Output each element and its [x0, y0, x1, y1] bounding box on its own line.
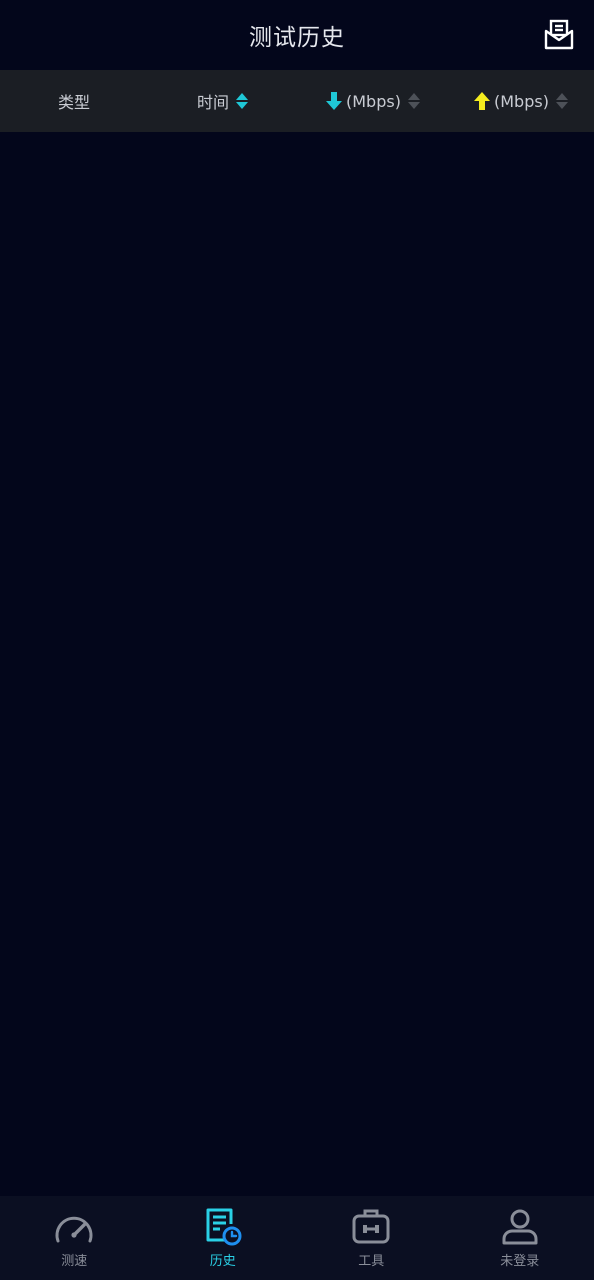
column-type: 类型 — [58, 70, 90, 132]
history-table-header: 类型 时间 (Mbps) (Mbps) — [0, 70, 594, 132]
app-root: 测试历史 类型 时间 (Mbps) (Mbps) 测速 历史 工具 未登录 — [0, 0, 594, 1280]
speedometer-icon — [52, 1206, 96, 1248]
sort-icon — [555, 93, 568, 109]
tab-history[interactable]: 历史 — [149, 1196, 298, 1280]
mail-icon — [544, 19, 574, 50]
tab-tools-label: 工具 — [358, 1254, 385, 1269]
column-type-label: 类型 — [58, 93, 91, 112]
tab-history-label: 历史 — [209, 1254, 236, 1269]
column-download-label: (Mbps) — [346, 91, 401, 111]
toolbox-icon — [349, 1206, 393, 1248]
column-download-sort[interactable]: (Mbps) — [325, 70, 420, 132]
user-icon — [498, 1206, 542, 1248]
inbox-button[interactable] — [544, 19, 574, 51]
top-bar: 测试历史 — [0, 0, 594, 70]
tab-account-label: 未登录 — [500, 1254, 540, 1269]
sort-icon — [236, 93, 249, 109]
history-list-empty — [0, 132, 594, 1196]
tab-tools[interactable]: 工具 — [297, 1196, 446, 1280]
column-time-label: 时间 — [197, 93, 230, 112]
tab-speed-test[interactable]: 测速 — [0, 1196, 149, 1280]
bottom-tab-bar: 测速 历史 工具 未登录 — [0, 1196, 594, 1280]
column-upload-label: (Mbps) — [494, 91, 549, 111]
download-arrow-icon — [325, 91, 343, 111]
sort-icon — [407, 93, 420, 109]
page-title: 测试历史 — [249, 25, 345, 51]
column-time-sort[interactable]: 时间 — [197, 70, 249, 132]
upload-arrow-icon — [473, 91, 491, 111]
history-icon — [201, 1206, 245, 1248]
tab-speed-test-label: 测速 — [61, 1254, 88, 1269]
column-upload-sort[interactable]: (Mbps) — [473, 70, 568, 132]
tab-account[interactable]: 未登录 — [446, 1196, 594, 1280]
